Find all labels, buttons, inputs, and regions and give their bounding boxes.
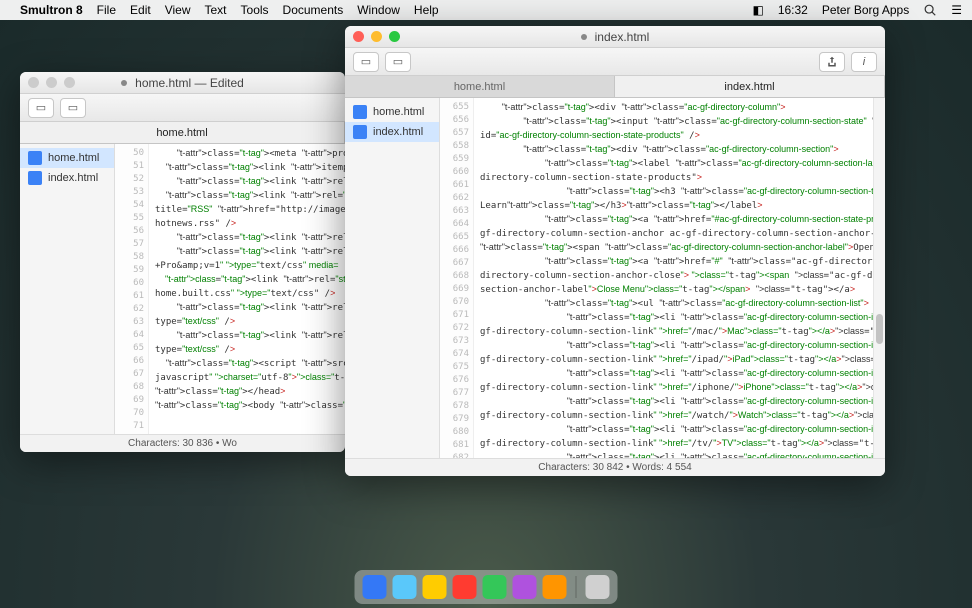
vertical-scrollbar[interactable]: [873, 98, 885, 458]
zoom-button[interactable]: [64, 77, 75, 88]
editor[interactable]: 50 51 52 53 54 55 56 57 58 59 60 61 62 6…: [115, 144, 345, 434]
dock-app-6[interactable]: [513, 575, 537, 599]
share-button[interactable]: [819, 52, 845, 72]
menu-documents[interactable]: Documents: [283, 3, 344, 17]
toolbar-button-left2[interactable]: ▭: [60, 98, 86, 118]
sidebar-item-label: index.html: [48, 172, 98, 184]
info-button[interactable]: i: [851, 52, 877, 72]
status-text: Characters: 30 836 • Wo: [128, 438, 237, 449]
menu-view[interactable]: View: [165, 3, 191, 17]
menu-window[interactable]: Window: [357, 3, 400, 17]
file-sidebar: home.html index.html: [345, 98, 440, 458]
toolbar-button-left1[interactable]: ▭: [28, 98, 54, 118]
tab-home[interactable]: home.html: [345, 76, 615, 97]
sidebar-item-label: home.html: [48, 152, 99, 164]
toolbar: ▭ ▭ i: [345, 48, 885, 76]
sidebar-item-home[interactable]: home.html: [345, 102, 439, 122]
menu-file[interactable]: File: [97, 3, 116, 17]
code-area[interactable]: "t-attr">class="t-tag"><meta "t-attr">pr…: [149, 144, 345, 434]
minimize-button[interactable]: [46, 77, 57, 88]
tab-index[interactable]: index.html: [615, 76, 885, 97]
close-button[interactable]: [28, 77, 39, 88]
user-menu[interactable]: Peter Borg Apps: [822, 3, 909, 17]
sidebar-item-index[interactable]: index.html: [345, 122, 439, 142]
window-title: home.html — Edited: [135, 76, 244, 90]
tab-home[interactable]: home.html: [20, 122, 345, 143]
dock-app-3[interactable]: [423, 575, 447, 599]
document-proxy-icon[interactable]: [121, 80, 127, 86]
file-icon: [353, 105, 367, 119]
zoom-button[interactable]: [389, 31, 400, 42]
window-index: index.html ▭ ▭ i home.html index.html ho…: [345, 26, 885, 476]
menubar: Smultron 8 File Edit View Text Tools Doc…: [0, 0, 972, 20]
titlebar[interactable]: home.html — Edited: [20, 72, 345, 94]
dock-app-4[interactable]: [453, 575, 477, 599]
status-text: Characters: 30 842 • Words: 4 554: [538, 462, 691, 473]
dock-trash[interactable]: [586, 575, 610, 599]
toolbar-button-left1[interactable]: ▭: [353, 52, 379, 72]
scrollbar-thumb[interactable]: [876, 314, 883, 344]
sidebar-item-label: index.html: [373, 126, 423, 138]
minimize-button[interactable]: [371, 31, 382, 42]
titlebar[interactable]: index.html: [345, 26, 885, 48]
code-area[interactable]: "t-attr">class="t-tag"><div "t-attr">cla…: [474, 98, 873, 458]
dock-app-5[interactable]: [483, 575, 507, 599]
dock-separator: [576, 576, 577, 598]
line-gutter: 50 51 52 53 54 55 56 57 58 59 60 61 62 6…: [115, 144, 149, 434]
dock: [355, 570, 618, 604]
file-icon: [353, 125, 367, 139]
statusbar: Characters: 30 836 • Wo: [20, 434, 345, 452]
editor[interactable]: 655 656 657 658 659 660 661 662 663 664 …: [440, 98, 873, 458]
file-sidebar: home.html index.html: [20, 144, 115, 434]
menu-text[interactable]: Text: [205, 3, 227, 17]
menu-tools[interactable]: Tools: [241, 3, 269, 17]
menu-help[interactable]: Help: [414, 3, 439, 17]
statusbar: Characters: 30 842 • Words: 4 554: [345, 458, 885, 476]
sidebar-item-label: home.html: [373, 106, 424, 118]
spotlight-icon[interactable]: [923, 3, 937, 17]
notification-center-icon[interactable]: ☰: [951, 3, 962, 17]
window-home: home.html — Edited ▭ ▭ home.html home.ht…: [20, 72, 345, 452]
dock-app-1[interactable]: [363, 575, 387, 599]
dock-app-7[interactable]: [543, 575, 567, 599]
clock[interactable]: 16:32: [778, 3, 808, 17]
line-gutter: 655 656 657 658 659 660 661 662 663 664 …: [440, 98, 474, 458]
toolbar-button-left2[interactable]: ▭: [385, 52, 411, 72]
menu-edit[interactable]: Edit: [130, 3, 151, 17]
file-icon: [28, 151, 42, 165]
tabbar: home.html: [20, 122, 345, 144]
sidebar-item-index[interactable]: index.html: [20, 168, 114, 188]
toolbar: ▭ ▭: [20, 94, 345, 122]
close-button[interactable]: [353, 31, 364, 42]
tabbar: home.html index.html: [345, 76, 885, 98]
window-title: index.html: [595, 30, 650, 44]
menubar-extra-icon[interactable]: ◧: [752, 3, 763, 17]
document-proxy-icon[interactable]: [581, 34, 587, 40]
file-icon: [28, 171, 42, 185]
app-name[interactable]: Smultron 8: [20, 3, 83, 17]
sidebar-item-home[interactable]: home.html: [20, 148, 114, 168]
dock-app-2[interactable]: [393, 575, 417, 599]
